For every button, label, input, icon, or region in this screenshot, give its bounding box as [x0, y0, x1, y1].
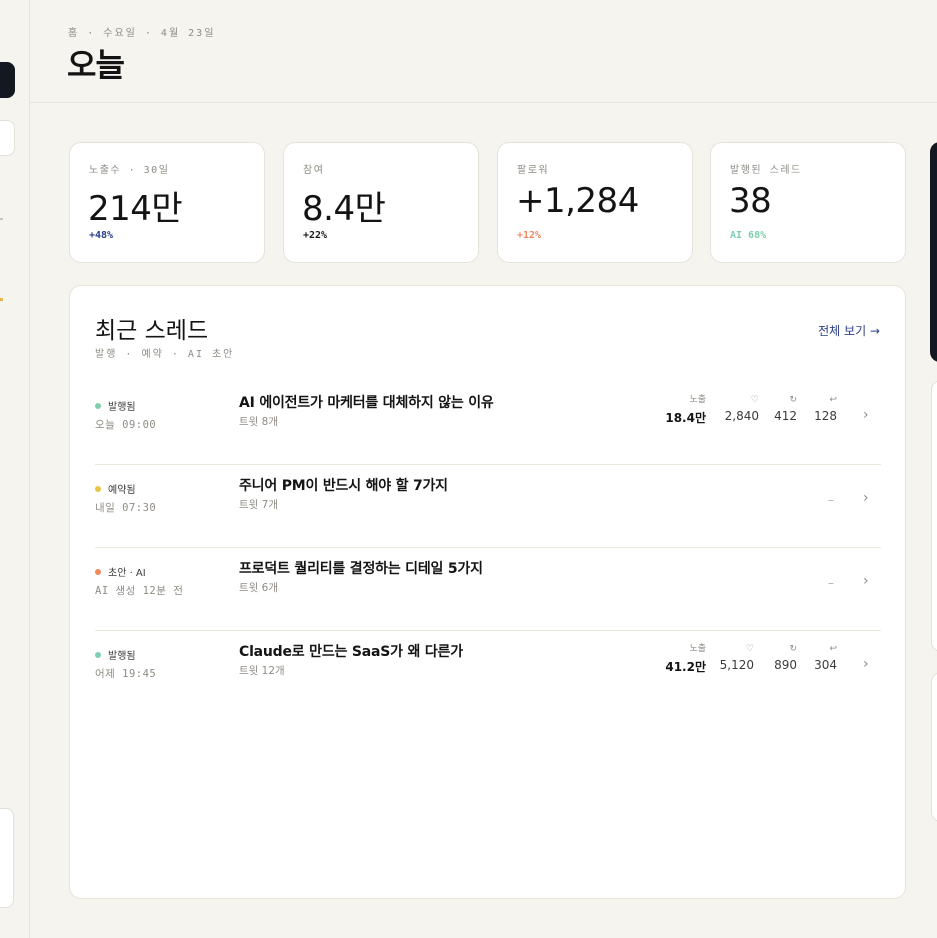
thread-title[interactable]: 프로덕트 퀄리티를 결정하는 디테일 5가지 [239, 558, 483, 578]
heart-icon: ♡ [750, 395, 759, 405]
view-all-link[interactable]: 전체 보기 → [818, 322, 880, 339]
chevron-right-icon[interactable]: › [863, 490, 869, 506]
thread-title[interactable]: 주니어 PM이 반드시 해야 할 7가지 [239, 475, 448, 495]
stat-label: 팔로워 [517, 165, 550, 176]
metric-impressions: 노출 41.2만 [665, 643, 706, 675]
sidebar-item[interactable] [0, 120, 15, 156]
stat-delta: +48% [89, 230, 114, 241]
reply-icon: ↩ [829, 644, 837, 654]
metric-reposts: ↻ 890 [774, 643, 797, 672]
stat-value: +1,284 [516, 181, 639, 221]
reply-icon: ↩ [829, 395, 837, 405]
page-title: 오늘 [67, 46, 125, 84]
thread-tweet-count: 트윗 12개 [239, 665, 285, 677]
metric-replies: ↩ 128 [814, 394, 837, 423]
stat-delta: +22% [303, 230, 328, 241]
thread-row[interactable]: 초안 · AI AI 생성 12분 전 프로덕트 퀄리티를 결정하는 디테일 5… [95, 548, 881, 631]
status-dot [95, 568, 101, 575]
stat-label: 발행된 스레드 [730, 165, 802, 176]
status-label: 발행됨 [108, 651, 136, 662]
stat-delta: AI 68% [730, 230, 767, 241]
impressions-value: 41.2만 [665, 660, 706, 674]
status-dot [95, 402, 101, 409]
thread-tweet-count: 트윗 7개 [239, 499, 278, 511]
right-panel-card[interactable] [931, 672, 937, 822]
sidebar-indicator [0, 298, 3, 301]
heart-icon: ♡ [745, 644, 754, 654]
likes-value: 2,840 [724, 409, 759, 423]
status-label: 초안 · AI [108, 568, 146, 579]
status-badge: 예약됨 [95, 481, 136, 496]
status-badge: 발행됨 [95, 647, 136, 662]
right-panel-card[interactable] [931, 380, 937, 652]
stat-value: 8.4만 [302, 189, 386, 229]
sidebar [0, 0, 30, 938]
metric-replies: ↩ 304 [814, 643, 837, 672]
metric-reposts: ↻ 412 [774, 394, 797, 423]
thread-tweet-count: 트윗 8개 [239, 416, 278, 428]
chevron-right-icon[interactable]: › [863, 407, 869, 423]
thread-row[interactable]: 발행됨 오늘 09:00 AI 에이전트가 마케터를 대체하지 않는 이유 트윗… [95, 382, 881, 465]
metric-likes: ♡ 2,840 [725, 394, 759, 423]
breadcrumb: 홈 · 수요일 · 4월 23일 [68, 28, 216, 39]
stat-value: 38 [729, 181, 772, 221]
stat-delta: +12% [517, 230, 542, 241]
section-title: 최근 스레드 [95, 318, 209, 344]
repost-icon: ↻ [789, 644, 797, 654]
stat-card-published[interactable]: 발행된 스레드 38 AI 68% [710, 142, 906, 263]
thread-time: 어제 19:45 [95, 668, 157, 680]
sidebar-marker [0, 218, 3, 220]
sidebar-item-active[interactable] [0, 62, 15, 98]
replies-value: 128 [814, 409, 837, 423]
status-badge: 발행됨 [95, 398, 136, 413]
repost-icon: ↻ [789, 395, 797, 405]
thread-tweet-count: 트윗 6개 [239, 582, 278, 594]
chevron-right-icon[interactable]: › [863, 656, 869, 672]
chevron-right-icon[interactable]: › [863, 573, 869, 589]
replies-value: 304 [814, 658, 837, 672]
stat-card-impressions[interactable]: 노출수 · 30일 214만 +48% [69, 142, 265, 263]
stat-card-followers[interactable]: 팔로워 +1,284 +12% [497, 142, 693, 263]
status-label: 예약됨 [108, 485, 136, 496]
stat-value: 214만 [88, 189, 183, 229]
metrics-empty: – [828, 576, 834, 590]
thread-title[interactable]: AI 에이전트가 마케터를 대체하지 않는 이유 [239, 392, 494, 412]
stat-label: 참여 [303, 165, 325, 176]
thread-title[interactable]: Claude로 만드는 SaaS가 왜 다른가 [239, 641, 463, 661]
page-header: 홈 · 수요일 · 4월 23일 오늘 [30, 0, 937, 103]
status-label: 발행됨 [108, 402, 136, 413]
metric-impressions: 노출 18.4만 [665, 394, 706, 426]
reposts-value: 412 [774, 409, 797, 423]
thread-row[interactable]: 예약됨 내일 07:30 주니어 PM이 반드시 해야 할 7가지 트윗 7개 … [95, 465, 881, 548]
metric-likes: ♡ 5,120 [720, 643, 754, 672]
stat-label: 노출수 · 30일 [89, 165, 170, 176]
status-dot [95, 651, 101, 658]
thread-time: AI 생성 12분 전 [95, 585, 184, 597]
stat-card-engagement[interactable]: 참여 8.4만 +22% [283, 142, 479, 263]
thread-time: 오늘 09:00 [95, 419, 157, 431]
status-dot [95, 485, 101, 492]
status-badge: 초안 · AI [95, 564, 146, 579]
section-subtitle: 발행 · 예약 · AI 초안 [95, 349, 235, 360]
reposts-value: 890 [774, 658, 797, 672]
thread-row[interactable]: 발행됨 어제 19:45 Claude로 만드는 SaaS가 왜 다른가 트윗 … [95, 631, 881, 714]
likes-value: 5,120 [719, 658, 754, 672]
impressions-label: 노출 [689, 644, 706, 654]
impressions-label: 노출 [689, 395, 706, 405]
sidebar-account-card[interactable] [0, 808, 14, 908]
right-panel-dark-card[interactable] [930, 142, 937, 362]
impressions-value: 18.4만 [665, 411, 706, 425]
metrics-empty: – [828, 493, 834, 507]
recent-threads-card: 최근 스레드 발행 · 예약 · AI 초안 전체 보기 → 발행됨 오늘 09… [69, 285, 906, 899]
thread-time: 내일 07:30 [95, 502, 157, 514]
